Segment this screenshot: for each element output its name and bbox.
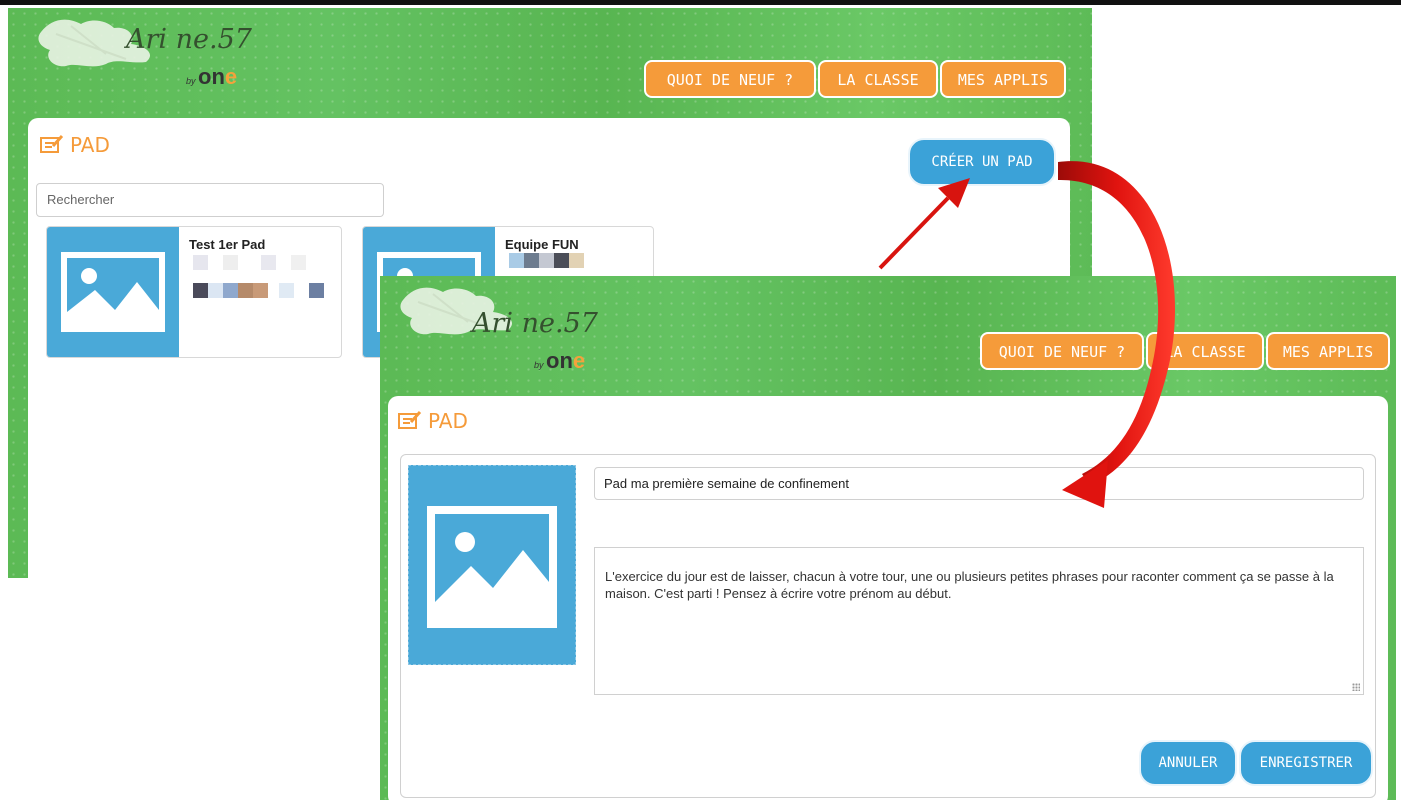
curved-arrow — [1058, 161, 1176, 508]
annotation-arrows — [878, 161, 1176, 508]
straight-arrow — [878, 178, 970, 270]
